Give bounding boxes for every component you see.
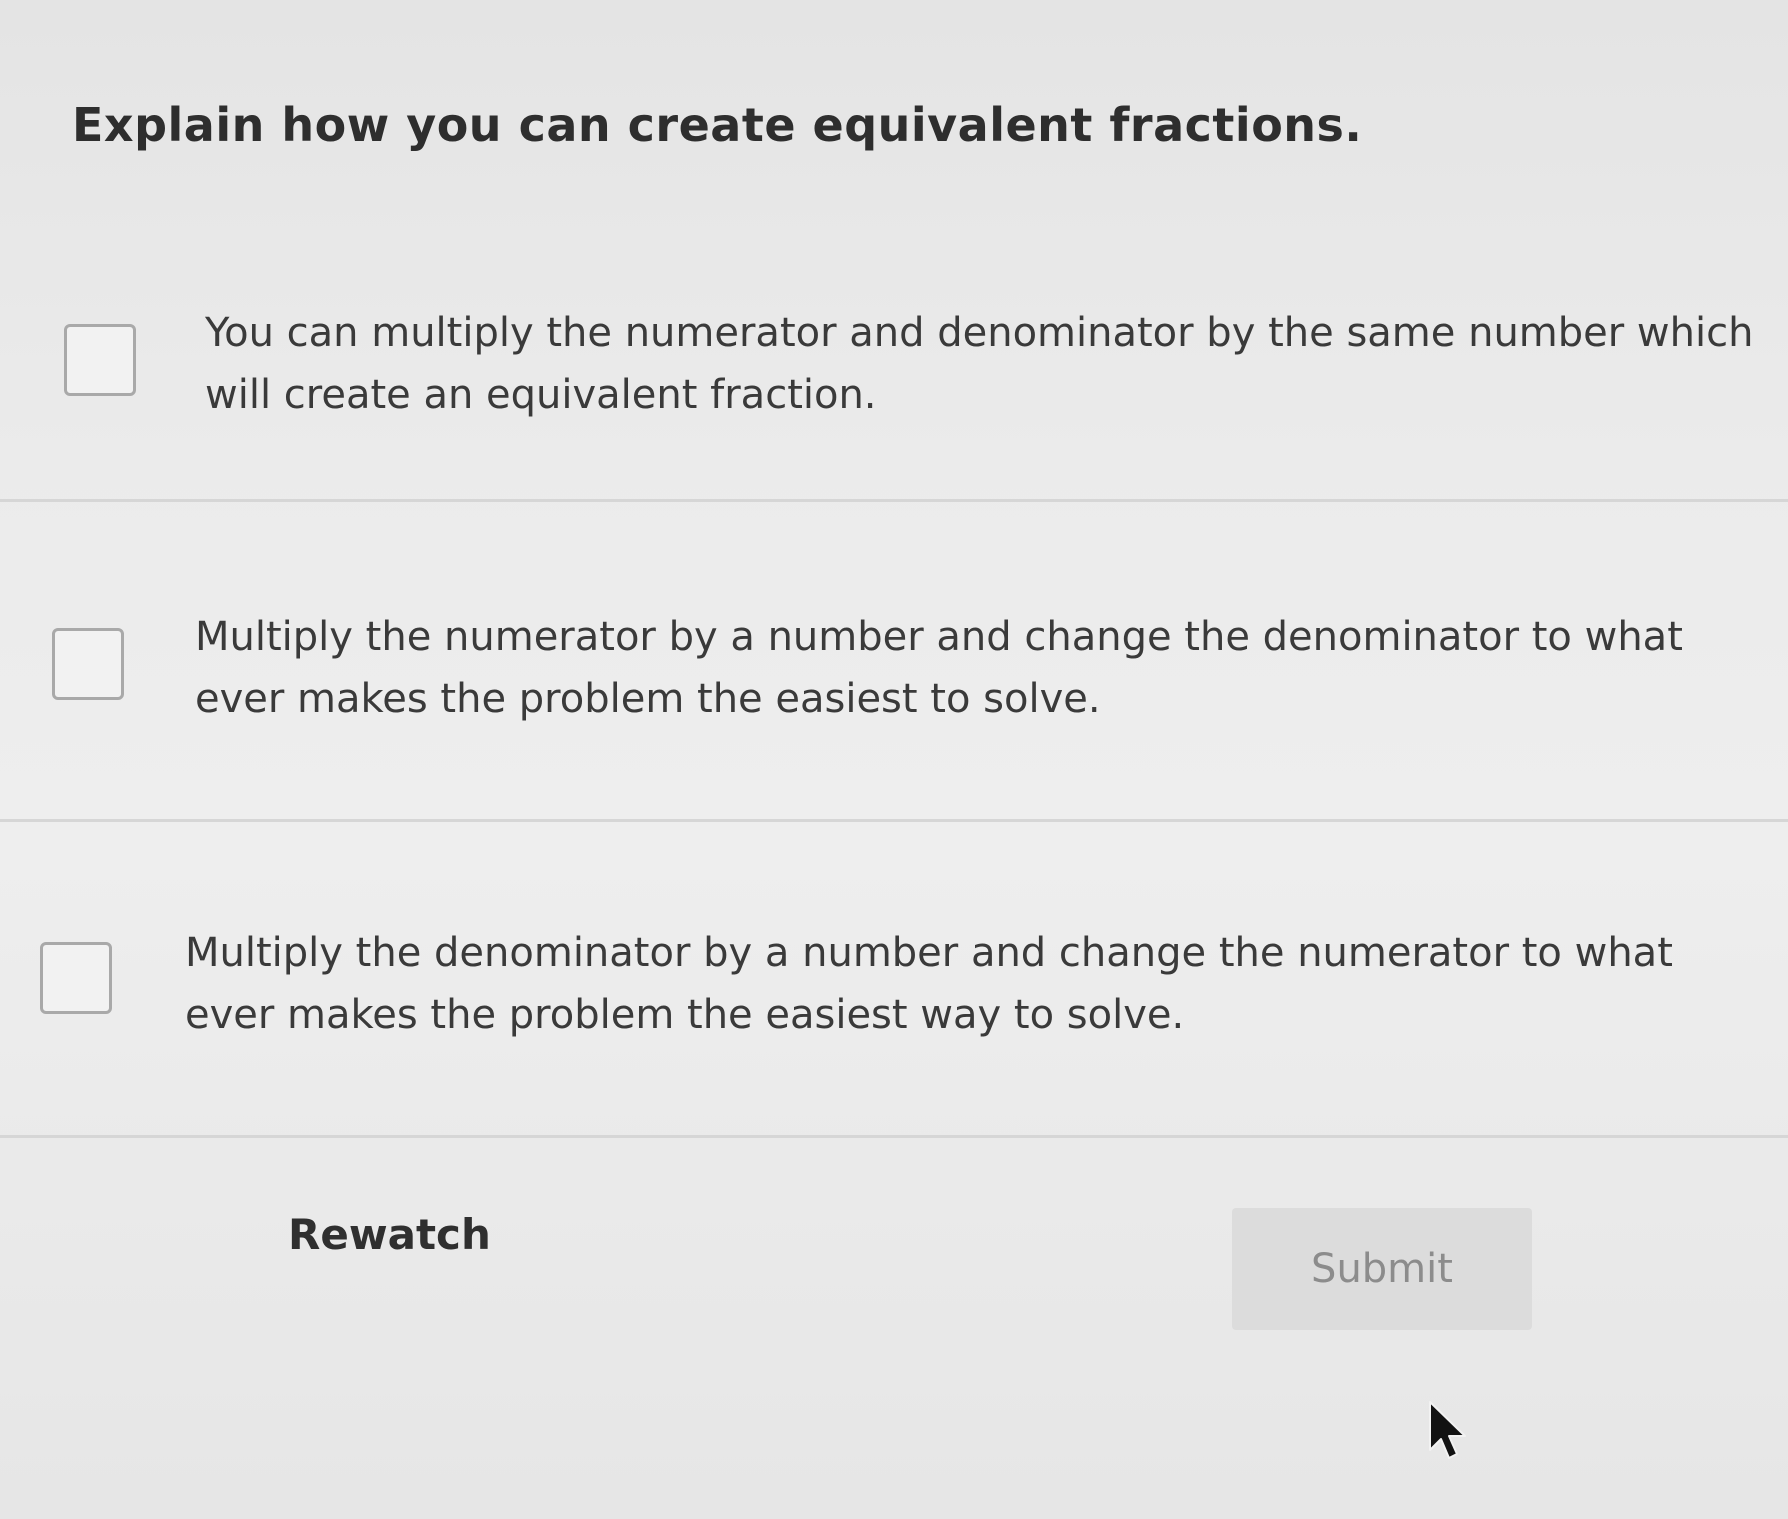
answer-option-2[interactable]: Multiply the numerator by a number and c… [0, 590, 1788, 822]
answer-checkbox-2[interactable] [52, 628, 124, 700]
answer-option-3[interactable]: Multiply the denominator by a number and… [0, 906, 1788, 1138]
answer-checkbox-3[interactable] [40, 942, 112, 1014]
question-text: Explain how you can create equivalent fr… [72, 98, 1363, 152]
mouse-pointer-icon [1429, 1401, 1466, 1459]
rewatch-button[interactable]: Rewatch [288, 1210, 491, 1259]
answer-option-2-text[interactable]: Multiply the numerator by a number and c… [195, 606, 1755, 730]
answer-option-1[interactable]: You can multiply the numerator and denom… [0, 280, 1788, 502]
submit-button[interactable]: Submit [1232, 1208, 1532, 1330]
answer-checkbox-1[interactable] [64, 324, 136, 396]
answer-option-3-text[interactable]: Multiply the denominator by a number and… [185, 922, 1745, 1046]
answer-option-1-text[interactable]: You can multiply the numerator and denom… [205, 302, 1765, 426]
